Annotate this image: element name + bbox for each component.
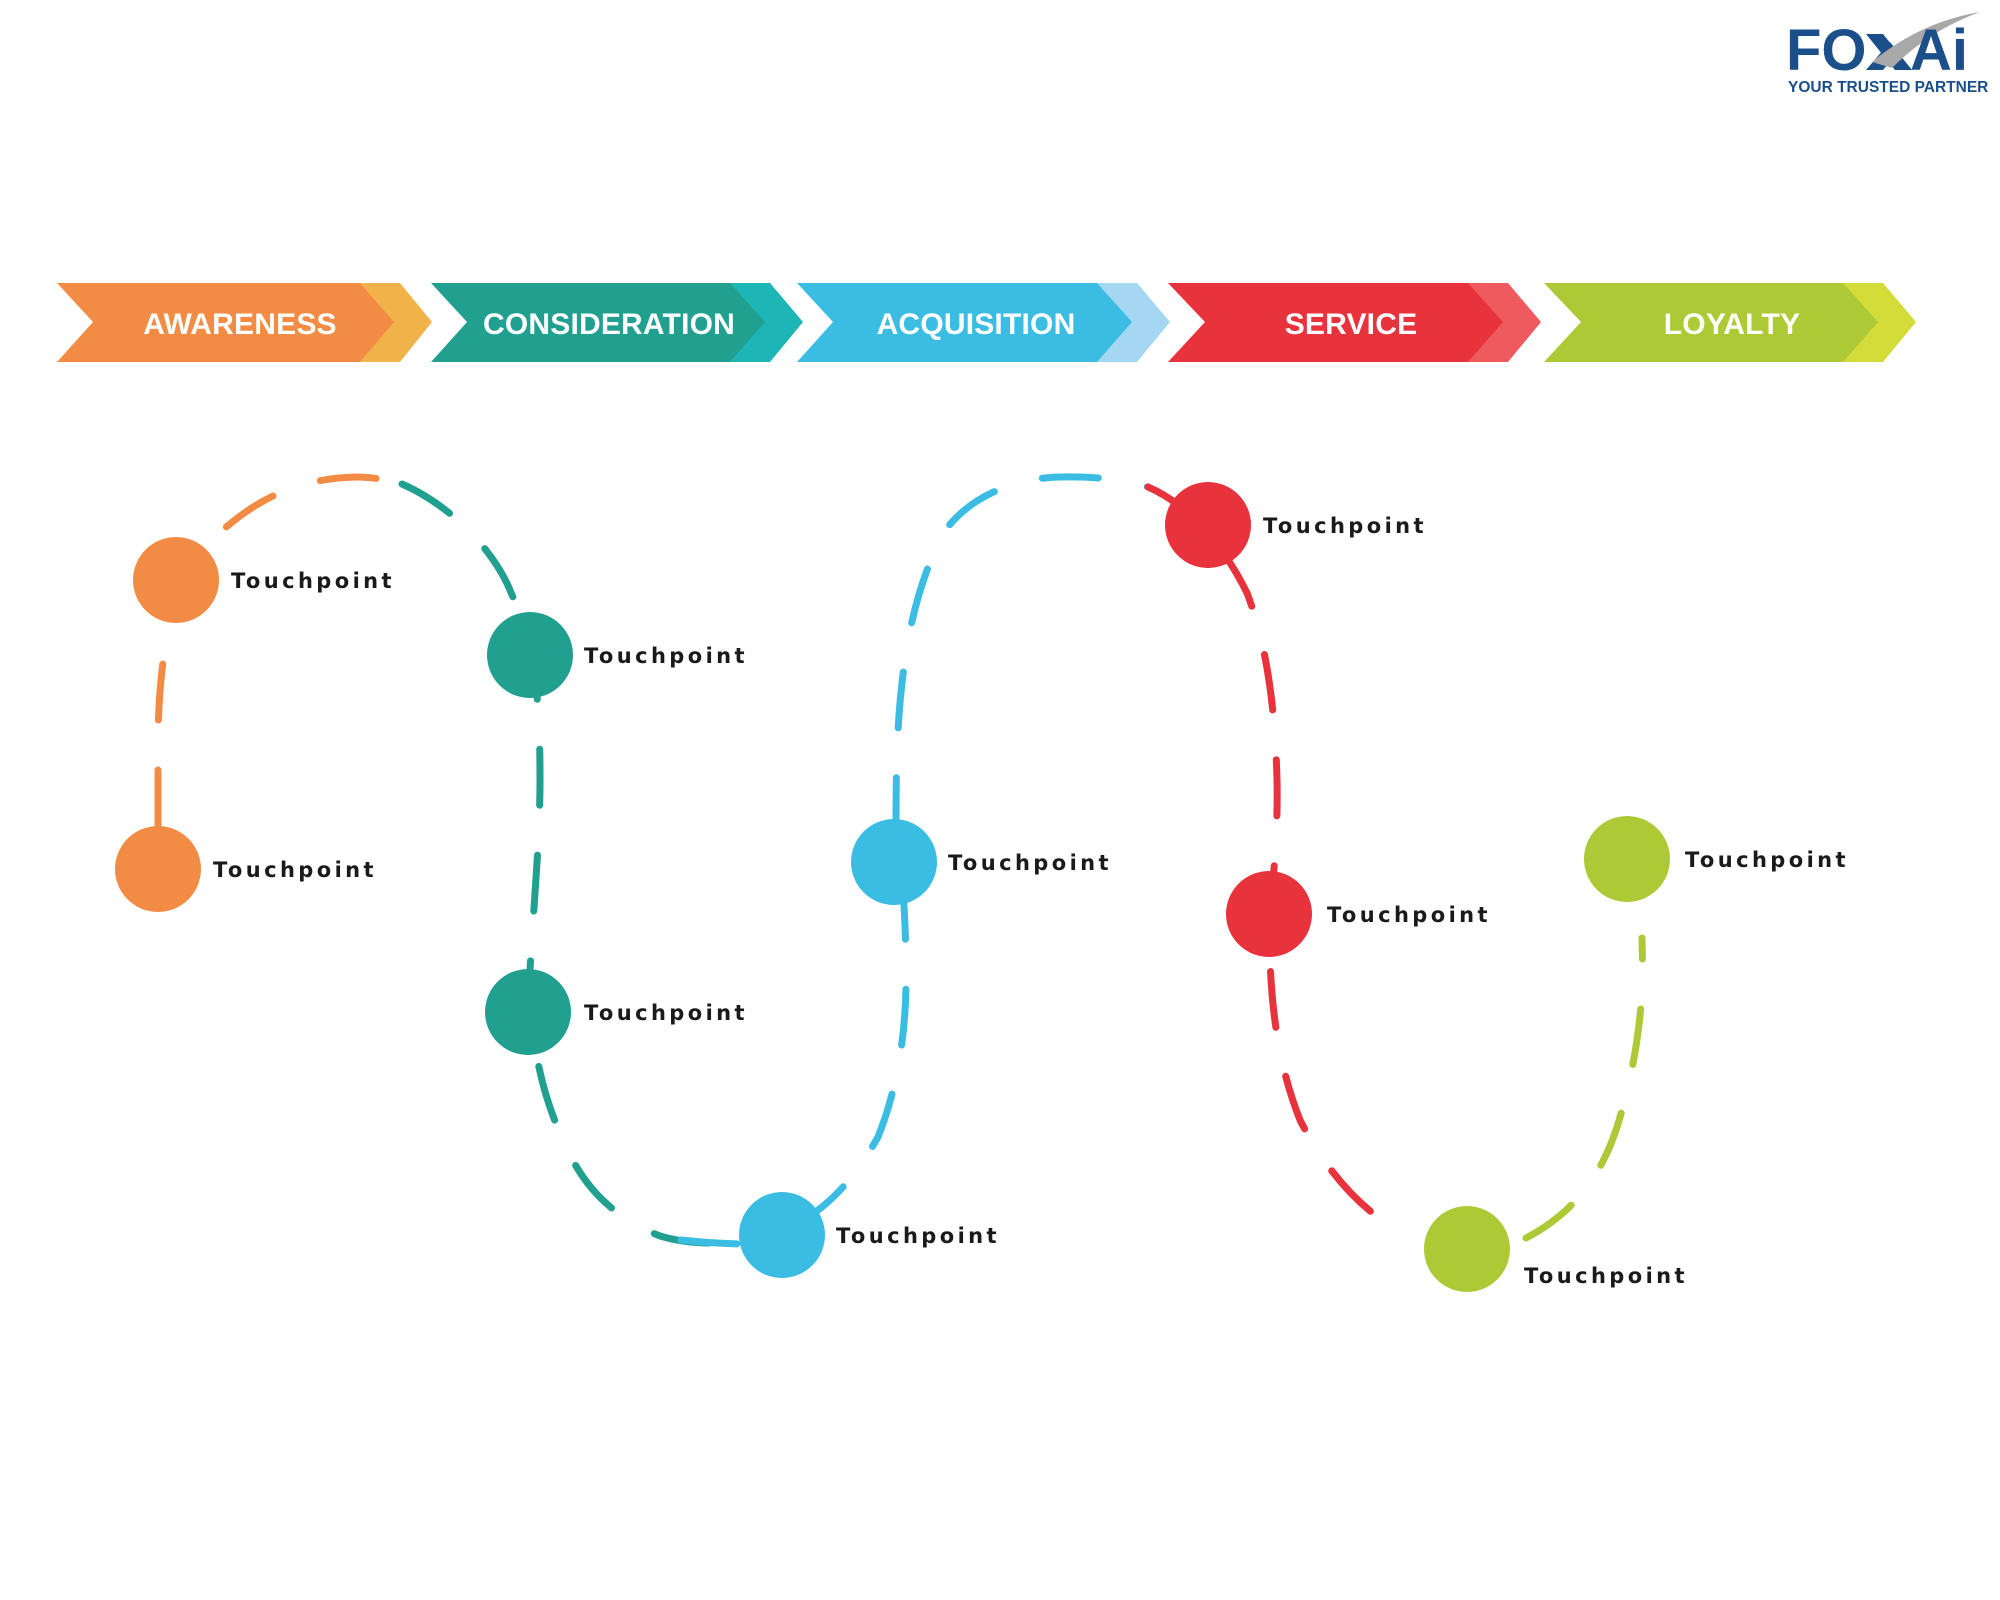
touchpoint-dot[interactable]: [487, 612, 573, 698]
touchpoint-dot[interactable]: [1584, 816, 1670, 902]
touchpoint-dot[interactable]: [1226, 871, 1312, 957]
stage-banner: AWARENESS CONSIDERATION ACQUISITION SERV…: [57, 283, 1916, 362]
touchpoint-label: Touchpoint: [1263, 514, 1427, 538]
stage-label-acquisition: ACQUISITION: [877, 308, 1076, 341]
touchpoint-dot[interactable]: [1165, 482, 1251, 568]
stage-label-awareness: AWARENESS: [143, 308, 337, 341]
touchpoint[interactable]: Touchpoint: [1584, 816, 1849, 902]
touchpoint[interactable]: Touchpoint: [1165, 482, 1427, 568]
touchpoint-label: Touchpoint: [836, 1224, 1000, 1248]
awareness-path: [154, 473, 406, 830]
touchpoint-dot[interactable]: [851, 819, 937, 905]
service-path: [1144, 483, 1404, 1236]
loyalty-path: [1522, 934, 1646, 1242]
touchpoint[interactable]: Touchpoint: [1226, 871, 1491, 957]
touchpoint-label: Touchpoint: [584, 1001, 748, 1025]
touchpoint-label: Touchpoint: [948, 851, 1112, 875]
touchpoints: Touchpoint Touchpoint Touchpoint Touchpo…: [115, 482, 1849, 1292]
stage-acquisition: ACQUISITION: [797, 283, 1170, 362]
touchpoint-label: Touchpoint: [1327, 903, 1491, 927]
logo-tagline: YOUR TRUSTED PARTNER: [1788, 79, 1988, 96]
logo-brand-right: Ai: [1910, 18, 1968, 83]
touchpoint-label: Touchpoint: [213, 858, 377, 882]
stage-label-consideration: CONSIDERATION: [483, 308, 735, 341]
touchpoint[interactable]: Touchpoint: [739, 1192, 1000, 1278]
touchpoint[interactable]: Touchpoint: [851, 819, 1112, 905]
touchpoint-dot[interactable]: [115, 826, 201, 912]
touchpoint-label: Touchpoint: [1685, 848, 1849, 872]
stage-consideration: CONSIDERATION: [431, 283, 803, 362]
touchpoint-dot[interactable]: [485, 969, 571, 1055]
stage-label-service: SERVICE: [1285, 308, 1418, 341]
customer-journey-diagram: FO Ai YOUR TRUSTED PARTNER AWARENESS CON…: [57, 12, 1988, 1292]
touchpoint[interactable]: Touchpoint: [485, 969, 748, 1055]
stage-loyalty: LOYALTY: [1544, 283, 1916, 362]
consideration-path: [398, 480, 716, 1247]
touchpoint[interactable]: Touchpoint: [115, 826, 377, 912]
foxai-logo: FO Ai YOUR TRUSTED PARTNER: [1786, 12, 1988, 96]
touchpoint-label: Touchpoint: [1524, 1264, 1688, 1288]
touchpoint[interactable]: Touchpoint: [487, 612, 748, 698]
touchpoint[interactable]: Touchpoint: [133, 537, 395, 623]
touchpoint-dot[interactable]: [1424, 1206, 1510, 1292]
logo-brand-left: FO: [1786, 18, 1867, 83]
touchpoint-label: Touchpoint: [584, 644, 748, 668]
touchpoint-dot[interactable]: [133, 537, 219, 623]
touchpoint-label: Touchpoint: [231, 569, 395, 593]
stage-label-loyalty: LOYALTY: [1664, 308, 1800, 341]
stage-awareness: AWARENESS: [57, 283, 432, 362]
touchpoint-dot[interactable]: [739, 1192, 825, 1278]
stage-service: SERVICE: [1168, 283, 1541, 362]
